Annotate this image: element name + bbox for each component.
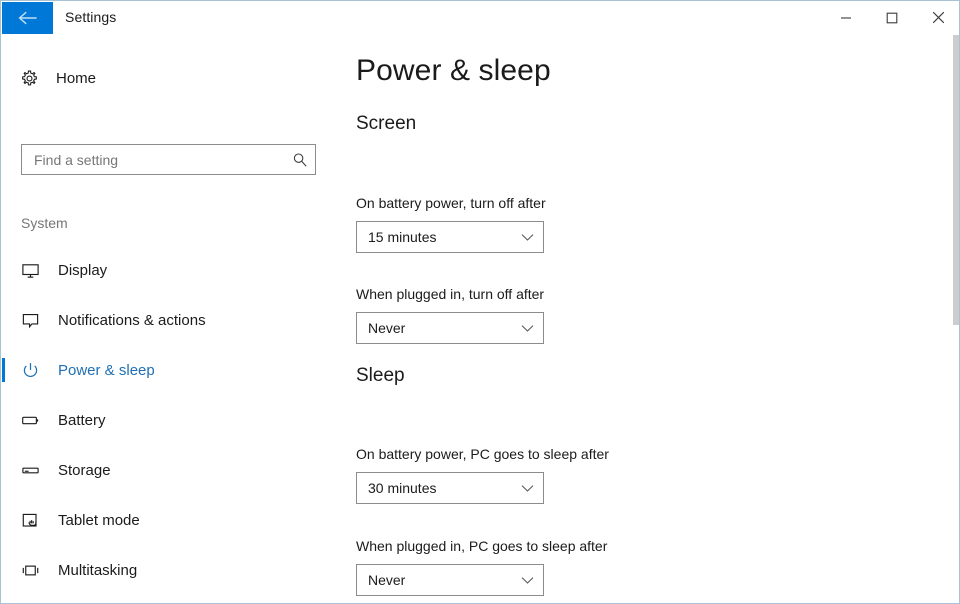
chevron-down-icon	[511, 324, 543, 333]
combo-sleep-plugged[interactable]: Never	[356, 564, 544, 596]
sidebar-item-label: Storage	[58, 461, 111, 479]
sidebar-group-label: System	[21, 215, 68, 231]
sidebar-item-label: Multitasking	[58, 561, 138, 579]
close-icon	[932, 11, 945, 24]
gear-icon	[20, 69, 42, 88]
sidebar: Home System	[2, 35, 332, 603]
minimize-icon	[840, 12, 852, 24]
combo-sleep-battery[interactable]: 30 minutes	[356, 472, 544, 504]
sidebar-item-storage[interactable]: Storage	[2, 445, 332, 495]
sidebar-item-label: Battery	[58, 411, 106, 429]
sidebar-item-display[interactable]: Display	[2, 245, 332, 295]
maximize-button[interactable]	[869, 1, 915, 34]
selection-accent	[2, 508, 5, 532]
close-button[interactable]	[915, 1, 959, 34]
maximize-icon	[886, 12, 898, 24]
sidebar-item-multitasking[interactable]: Multitasking	[2, 545, 332, 595]
combo-value: 15 minutes	[368, 229, 437, 245]
app-title: Settings	[65, 9, 117, 25]
content-scrollbar-thumb[interactable]	[953, 35, 959, 325]
selection-accent	[2, 558, 5, 582]
combo-sleep-plugged-wrap: Never	[356, 564, 544, 596]
back-arrow-icon	[18, 10, 38, 26]
sidebar-item-power-sleep[interactable]: Power & sleep	[2, 345, 332, 395]
battery-icon	[21, 411, 45, 430]
field-screen-battery: On battery power, turn off after	[356, 195, 546, 211]
field-screen-plugged: When plugged in, turn off after	[356, 286, 544, 302]
field-label: When plugged in, turn off after	[356, 286, 545, 302]
combo-screen-plugged-wrap: Never	[356, 312, 544, 344]
chevron-down-icon	[511, 576, 543, 585]
window-controls	[823, 1, 959, 34]
multitasking-icon	[21, 561, 45, 580]
section-title: Screen	[356, 113, 417, 134]
sidebar-item-notifications-actions[interactable]: Notifications & actions	[2, 295, 332, 345]
titlebar: Settings	[1, 1, 959, 35]
selection-accent	[2, 458, 5, 482]
combo-screen-plugged[interactable]: Never	[356, 312, 544, 344]
speech-bubble-icon	[21, 311, 45, 330]
combo-value: Never	[368, 572, 406, 588]
selection-accent	[2, 408, 5, 432]
sidebar-item-label: Power & sleep	[58, 361, 155, 379]
tablet-icon	[21, 511, 45, 530]
drive-icon	[21, 461, 45, 480]
field-label: When plugged in, PC goes to sleep after	[356, 538, 608, 554]
field-label: On battery power, turn off after	[356, 195, 546, 211]
combo-sleep-battery-wrap: 30 minutes	[356, 472, 544, 504]
field-sleep-plugged: When plugged in, PC goes to sleep after	[356, 538, 607, 554]
combo-value: 30 minutes	[368, 480, 437, 496]
back-button[interactable]	[2, 2, 53, 34]
minimize-button[interactable]	[823, 1, 869, 34]
power-icon	[21, 361, 45, 380]
field-sleep-battery: On battery power, PC goes to sleep after	[356, 446, 609, 462]
section-sleep: Sleep	[356, 365, 405, 387]
sidebar-item-battery[interactable]: Battery	[2, 395, 332, 445]
selection-accent	[2, 358, 5, 382]
selection-accent	[2, 258, 5, 282]
search-icon[interactable]	[285, 152, 315, 168]
section-title: Sleep	[356, 365, 405, 386]
home-label: Home	[56, 69, 97, 87]
selection-accent	[2, 308, 5, 332]
main-content: Power & sleep Screen On battery power, t…	[332, 35, 959, 603]
sidebar-item-label: Tablet mode	[58, 511, 140, 529]
combo-screen-battery[interactable]: 15 minutes	[356, 221, 544, 253]
settings-window: Settings Home Find a setting System Disp…	[0, 0, 960, 604]
sidebar-item-home[interactable]: Home	[2, 61, 96, 95]
sidebar-item-label: Notifications & actions	[58, 311, 206, 329]
combo-value: Never	[368, 320, 406, 336]
search-input[interactable]	[22, 145, 285, 174]
sidebar-item-projecting-to-this-pc[interactable]: Projecting to this PC	[2, 595, 332, 603]
sidebar-item-tablet-mode[interactable]: Tablet mode	[2, 495, 332, 545]
field-label: On battery power, PC goes to sleep after	[356, 446, 609, 462]
search-box[interactable]	[21, 144, 316, 175]
chevron-down-icon	[511, 233, 543, 242]
page-title: Power & sleep	[356, 54, 551, 87]
sidebar-item-label: Display	[58, 261, 108, 279]
section-screen: Screen	[356, 113, 416, 135]
sidebar-nav: Display Notifications & actions Power & …	[2, 245, 332, 603]
combo-screen-battery-wrap: 15 minutes	[356, 221, 544, 253]
chevron-down-icon	[511, 484, 543, 493]
monitor-icon	[21, 261, 45, 280]
